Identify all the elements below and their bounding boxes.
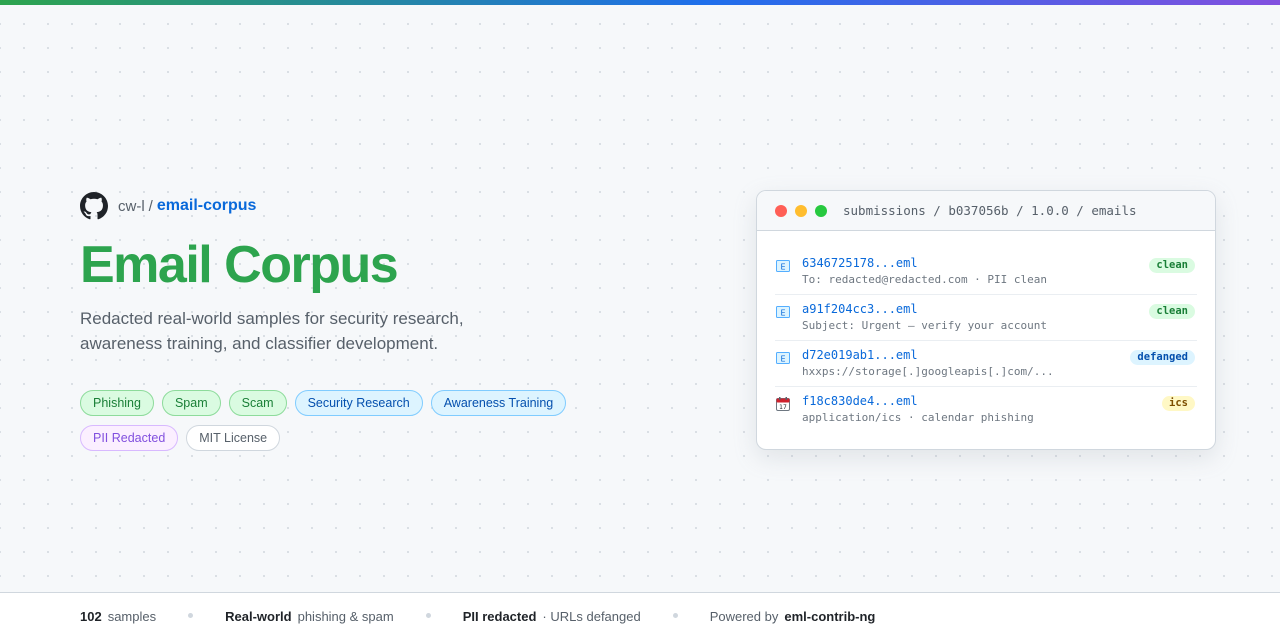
page-title: Email Corpus — [80, 236, 399, 294]
status-badge: defanged — [1130, 350, 1195, 365]
page-subtitle: Redacted real-world samples for security… — [80, 308, 464, 353]
file-name-link[interactable]: 6346725178...eml — [802, 256, 1197, 270]
pii-label: · URLs defanged — [542, 609, 641, 624]
repo-name-link[interactable]: email-corpus — [157, 197, 257, 215]
email-icon: E — [775, 304, 791, 320]
powered-label: Powered by — [709, 609, 779, 624]
svg-text:17: 17 — [779, 404, 787, 411]
samples-count: 102 — [80, 609, 102, 624]
tag-mit-license[interactable]: MIT License — [186, 424, 281, 451]
file-browser-window: submissions / b037056b / 1.0.0 / emails … — [756, 190, 1216, 450]
svg-text:E: E — [780, 309, 785, 318]
stats-footer: 102 samples Real-world phishing & spam P… — [0, 592, 1280, 640]
file-row[interactable]: E a91f204cc3...eml Subject: Urgent — ver… — [775, 295, 1197, 341]
minimize-dot-icon — [795, 204, 807, 217]
footer-separator — [425, 613, 431, 618]
file-meta: hxxps://storage[.]googleapis[.]com/... — [802, 365, 1054, 378]
file-name-link[interactable]: a91f204cc3...eml — [802, 302, 1197, 316]
svg-text:E: E — [780, 355, 785, 364]
tag-pii-redacted[interactable]: PII Redacted — [80, 424, 179, 451]
file-row[interactable]: 17 f18c830de4...eml application/ics · ca… — [775, 387, 1197, 433]
maximize-dot-icon — [815, 204, 827, 217]
repo-breadcrumb: cw-l / email-corpus — [80, 190, 640, 222]
footer-samples: 102 samples — [80, 609, 156, 624]
file-meta: application/ics · calendar phishing — [802, 411, 1034, 424]
file-name-link[interactable]: f18c830de4...eml — [802, 394, 1197, 408]
file-row[interactable]: E d72e019ab1...eml hxxps://storage[.]goo… — [775, 341, 1197, 387]
footer-realworld: Real-world phishing & spam — [225, 609, 394, 624]
window-titlebar: submissions / b037056b / 1.0.0 / emails — [757, 191, 1215, 231]
realworld-strong: Real-world — [225, 609, 292, 624]
file-list: E 6346725178...eml To: redacted@redacted… — [757, 231, 1215, 433]
calendar-icon: 17 — [775, 396, 791, 412]
tag-security-research[interactable]: Security Research — [294, 389, 423, 416]
pii-strong: PII redacted — [462, 609, 537, 624]
svg-text:E: E — [780, 263, 785, 272]
hero-section: cw-l / email-corpus Email Corpus Redacte… — [80, 190, 640, 451]
tag-awareness-training[interactable]: Awareness Training — [430, 389, 567, 416]
status-badge: clean — [1149, 258, 1195, 273]
close-dot-icon — [775, 204, 787, 217]
footer-pii: PII redacted · URLs defanged — [463, 609, 641, 624]
github-icon[interactable] — [80, 192, 108, 220]
file-meta: To: redacted@redacted.com · PII clean — [802, 273, 1048, 286]
status-badge: ics — [1162, 396, 1195, 411]
tag-scam[interactable]: Scam — [228, 389, 287, 416]
repo-owner-link[interactable]: cw-l — [118, 198, 145, 215]
powered-link[interactable]: eml-contrib-ng — [784, 609, 875, 624]
gradient-top-bar — [0, 0, 1280, 5]
email-icon: E — [775, 258, 791, 274]
samples-label: samples — [107, 609, 157, 624]
file-row[interactable]: E 6346725178...eml To: redacted@redacted… — [775, 249, 1197, 295]
topic-tags: Phishing Spam Scam Security Research Awa… — [80, 389, 580, 451]
tag-spam[interactable]: Spam — [161, 389, 221, 416]
footer-powered: Powered by eml-contrib-ng — [710, 609, 882, 624]
window-path: submissions / b037056b / 1.0.0 / emails — [843, 203, 1137, 218]
footer-separator — [188, 613, 194, 618]
footer-separator — [672, 613, 678, 618]
file-meta: Subject: Urgent — verify your account — [802, 319, 1048, 332]
realworld-label: phishing & spam — [297, 609, 394, 624]
repo-separator: / — [148, 197, 153, 215]
email-icon: E — [775, 350, 791, 366]
tag-phishing[interactable]: Phishing — [80, 389, 154, 416]
status-badge: clean — [1149, 304, 1195, 319]
